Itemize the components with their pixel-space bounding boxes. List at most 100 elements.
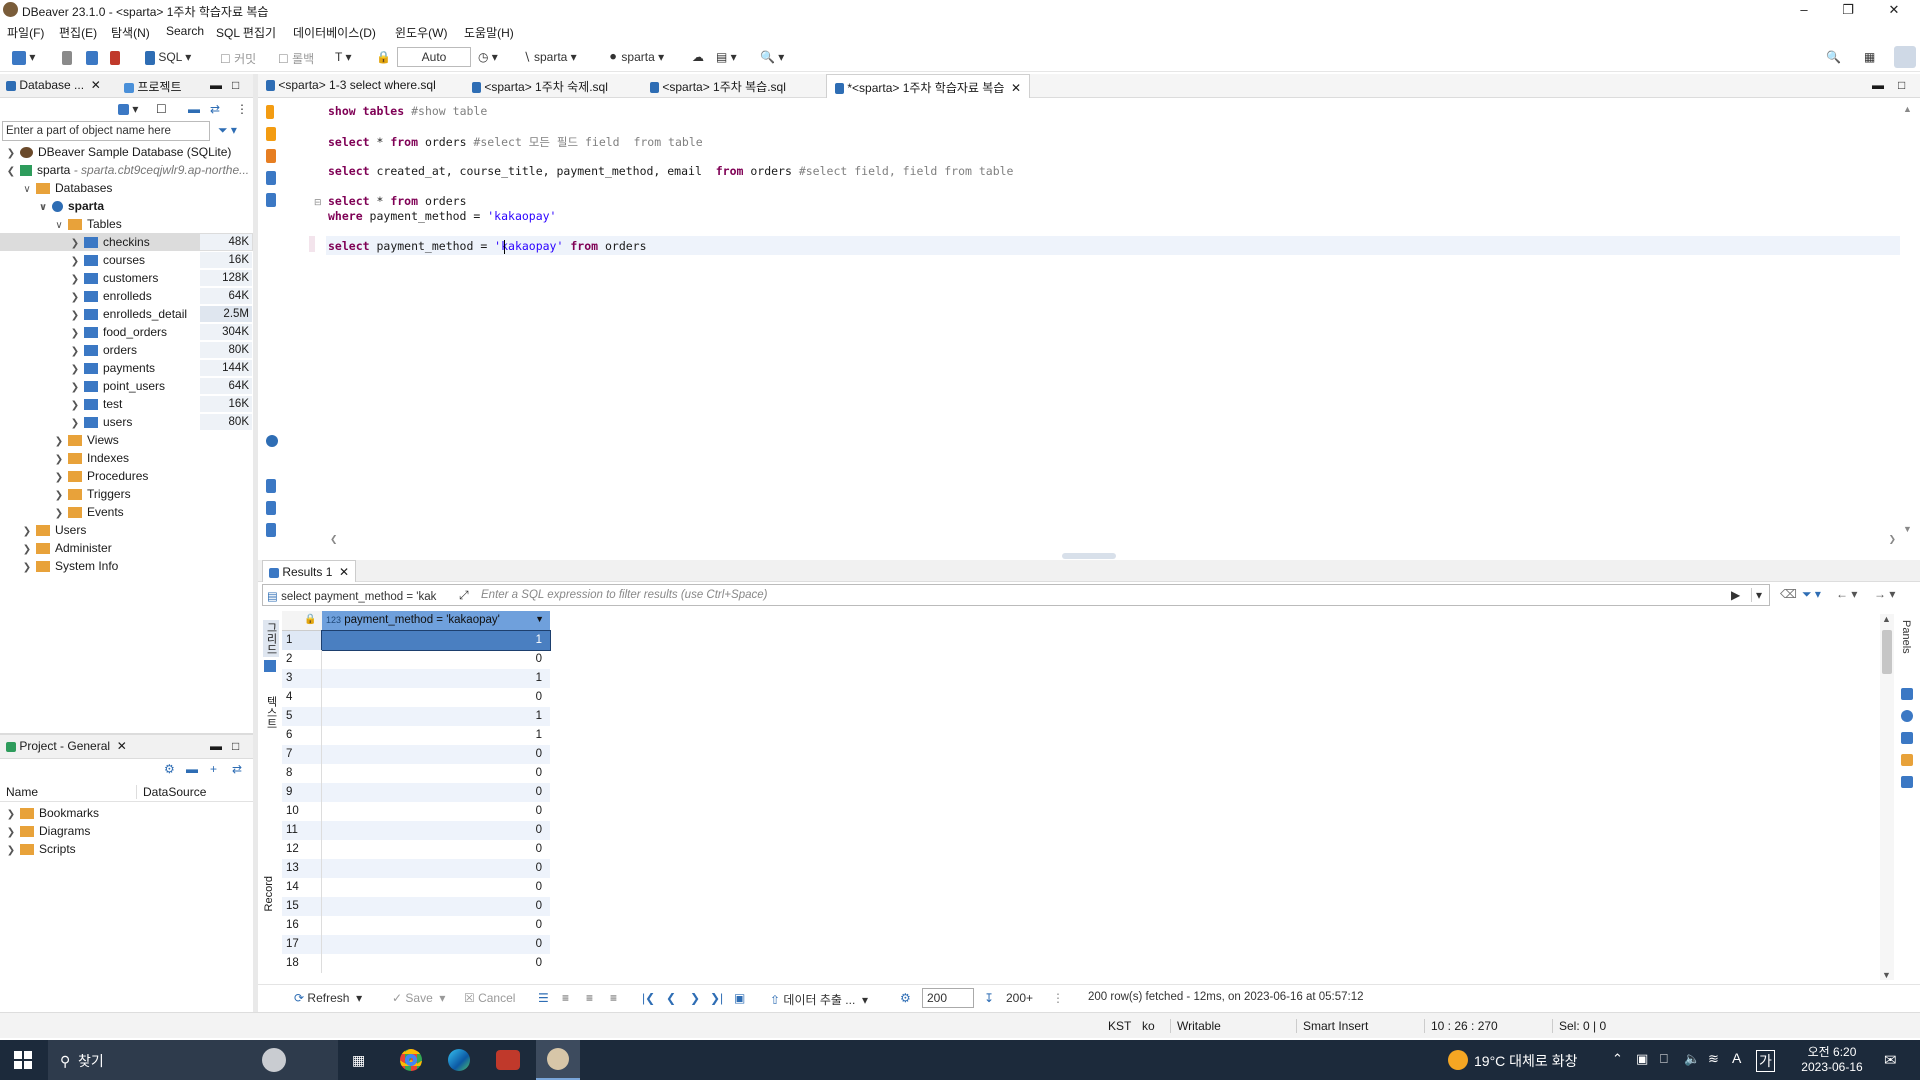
link-icon[interactable]: ⇄ xyxy=(232,762,242,776)
cell-value[interactable]: 0 xyxy=(322,650,550,669)
tree-item-schema-sparta[interactable]: ∨ sparta xyxy=(38,197,104,215)
settings-gear-icon[interactable]: ⚙ xyxy=(164,762,175,776)
column-datasource[interactable]: DataSource xyxy=(136,785,206,799)
tray-chevron-icon[interactable]: ⌃ xyxy=(1612,1051,1623,1067)
nav-filter-input[interactable]: Enter a part of object name here xyxy=(2,121,210,141)
results-filter-icon[interactable]: ⏷ ▾ xyxy=(1802,587,1821,602)
tab-results-1[interactable]: Results 1 ✕ xyxy=(262,560,357,582)
weather-text[interactable]: 19°C 대체로 화창 xyxy=(1474,1051,1577,1071)
minimize-editor-icon[interactable]: ▬ xyxy=(1872,78,1884,92)
table-row-users[interactable]: ❯ users 80K xyxy=(0,413,253,431)
tray-app-icon[interactable]: ▣ xyxy=(1636,1051,1648,1067)
menu-help[interactable]: 도움말(H) xyxy=(464,24,514,41)
table-row-point-users[interactable]: ❯ point_users 64K xyxy=(0,377,253,395)
execute-new-tab-icon[interactable] xyxy=(266,149,276,163)
cell-value[interactable]: 0 xyxy=(322,954,550,973)
expand-icon[interactable]: + xyxy=(210,762,217,776)
metadata-icon[interactable] xyxy=(1901,732,1913,744)
column-header-payment-method[interactable]: 123 payment_method = 'kakaopay' ▼ xyxy=(322,611,550,631)
load-script-icon[interactable] xyxy=(266,193,276,207)
view-menu-icon[interactable]: ⋮ xyxy=(236,102,248,116)
table-row[interactable]: 12 0 xyxy=(282,840,550,859)
fetch-size-input[interactable]: 200 xyxy=(922,988,974,1008)
cell-value[interactable]: 0 xyxy=(322,878,550,897)
project-item-diagrams[interactable]: ❯ Diagrams xyxy=(6,822,91,840)
dbeaver-taskbar-button[interactable] xyxy=(536,1040,580,1080)
last-page-icon[interactable]: ❯| xyxy=(710,991,723,1005)
tree-item-tables[interactable]: ∨ Tables xyxy=(54,215,121,233)
table-row[interactable]: 10 0 xyxy=(282,802,550,821)
cell-value[interactable]: 1 xyxy=(322,726,550,745)
notification-icon[interactable]: ✉ xyxy=(1884,1051,1897,1069)
project-item-bookmarks[interactable]: ❯ Bookmarks xyxy=(6,804,99,822)
chrome-icon[interactable] xyxy=(400,1049,422,1071)
collapse-icon[interactable]: ▬ xyxy=(186,762,198,776)
table-row[interactable]: 13 0 xyxy=(282,859,550,878)
project-item-scripts[interactable]: ❯ Scripts xyxy=(6,840,76,858)
execute-statement-icon[interactable] xyxy=(266,105,274,119)
menu-edit[interactable]: 편집(E) xyxy=(59,24,97,41)
collapse-all-icon[interactable]: ▬ xyxy=(188,102,200,116)
tab-project-general[interactable]: Project - General ✕ xyxy=(6,739,127,753)
explain-plan-icon[interactable] xyxy=(266,171,276,185)
filter-history-icon[interactable]: ▾ xyxy=(1751,588,1762,602)
network-icon[interactable]: ⎕ xyxy=(1660,1051,1668,1067)
auto-commit-combo[interactable]: Auto xyxy=(397,47,471,67)
delete-row-icon[interactable]: ≡ xyxy=(610,991,617,1005)
open-script-icon[interactable] xyxy=(266,501,276,515)
tab-projects[interactable]: 프로젝트 xyxy=(124,78,182,95)
fetch-more-label[interactable]: 200+ xyxy=(1006,991,1033,1005)
back-icon[interactable]: ← ▾ xyxy=(1836,587,1857,601)
save-button[interactable]: ✓ Save ▾ xyxy=(392,991,445,1005)
task-view-icon[interactable]: ▦ xyxy=(352,1052,365,1069)
search-highlight-icon[interactable] xyxy=(262,1048,286,1072)
ime-korean-icon[interactable]: 가 xyxy=(1756,1050,1775,1072)
table-row[interactable]: 70 xyxy=(282,745,550,764)
maximize-panel-icon[interactable]: □ xyxy=(232,78,239,92)
table-row[interactable]: 15 0 xyxy=(282,897,550,916)
edge-icon[interactable] xyxy=(448,1049,470,1071)
forward-icon[interactable]: → ▾ xyxy=(1874,587,1895,601)
volume-icon[interactable]: 🔈 xyxy=(1684,1051,1700,1067)
menu-file[interactable]: 파일(F) xyxy=(7,24,44,41)
grouping-icon[interactable] xyxy=(1901,754,1913,766)
table-row-test[interactable]: ❯ test 16K xyxy=(0,395,253,413)
tree-item-events[interactable]: ❯ Events xyxy=(54,503,124,521)
cell-value[interactable]: 0 xyxy=(322,897,550,916)
sql-editor-button[interactable]: SQL ▾ xyxy=(145,50,191,65)
minimize-panel-icon[interactable]: ▬ xyxy=(210,739,222,753)
table-row[interactable]: 90 xyxy=(282,783,550,802)
editor-vertical-scrollbar[interactable]: ▲ ▼ xyxy=(1900,104,1914,534)
cell-value[interactable]: 1 xyxy=(322,707,550,726)
menu-navigate[interactable]: 탐색(N) xyxy=(111,24,150,41)
new-script-icon[interactable] xyxy=(266,479,276,493)
settings-gear-icon[interactable]: ⚙ xyxy=(900,991,911,1005)
perspective-icon[interactable]: ▦ xyxy=(1864,50,1875,64)
global-search-icon[interactable]: 🔍 xyxy=(1826,50,1841,64)
tree-item-databases[interactable]: ∨ Databases xyxy=(22,179,112,197)
history-icon[interactable]: ◷ ▾ xyxy=(478,50,498,64)
table-row-food-orders[interactable]: ❯ food_orders 304K xyxy=(0,323,253,341)
clock[interactable]: 오전 6:20 2023-06-16 xyxy=(1790,1043,1874,1074)
folder-icon[interactable]: ☐ xyxy=(156,102,167,116)
link-editor-icon[interactable]: ⇄ xyxy=(210,102,220,116)
editor-horizontal-scrollbar[interactable]: ❮ ❯ xyxy=(326,534,1900,546)
close-window-button[interactable]: ✕ xyxy=(1872,0,1916,20)
transaction-mode-icon[interactable]: T ▾ xyxy=(335,50,351,64)
aggregate-icon[interactable] xyxy=(1901,710,1913,722)
tab-1-3-select-where[interactable]: <sparta> 1-3 select where.sql xyxy=(266,78,436,92)
more-icon[interactable]: ⋮ xyxy=(1052,991,1064,1005)
maximize-button[interactable]: ❐ xyxy=(1826,0,1870,20)
table-row-customers[interactable]: ❯ customers 128K xyxy=(0,269,253,287)
first-page-icon[interactable]: |❮ xyxy=(642,991,655,1005)
add-row-icon[interactable]: ≡ xyxy=(562,991,569,1005)
tab-week1-homework[interactable]: <sparta> 1주차 숙제.sql xyxy=(472,78,608,95)
tree-item-indexes[interactable]: ❯ Indexes xyxy=(54,449,129,467)
disconnect-icon[interactable] xyxy=(110,50,120,65)
cell-value[interactable]: 0 xyxy=(322,840,550,859)
menu-window[interactable]: 윈도우(W) xyxy=(395,24,447,41)
maximize-panel-icon[interactable]: □ xyxy=(232,739,239,753)
cell-value[interactable]: 0 xyxy=(322,802,550,821)
cell-value[interactable]: 0 xyxy=(322,783,550,802)
cell-value[interactable]: 0 xyxy=(322,745,550,764)
